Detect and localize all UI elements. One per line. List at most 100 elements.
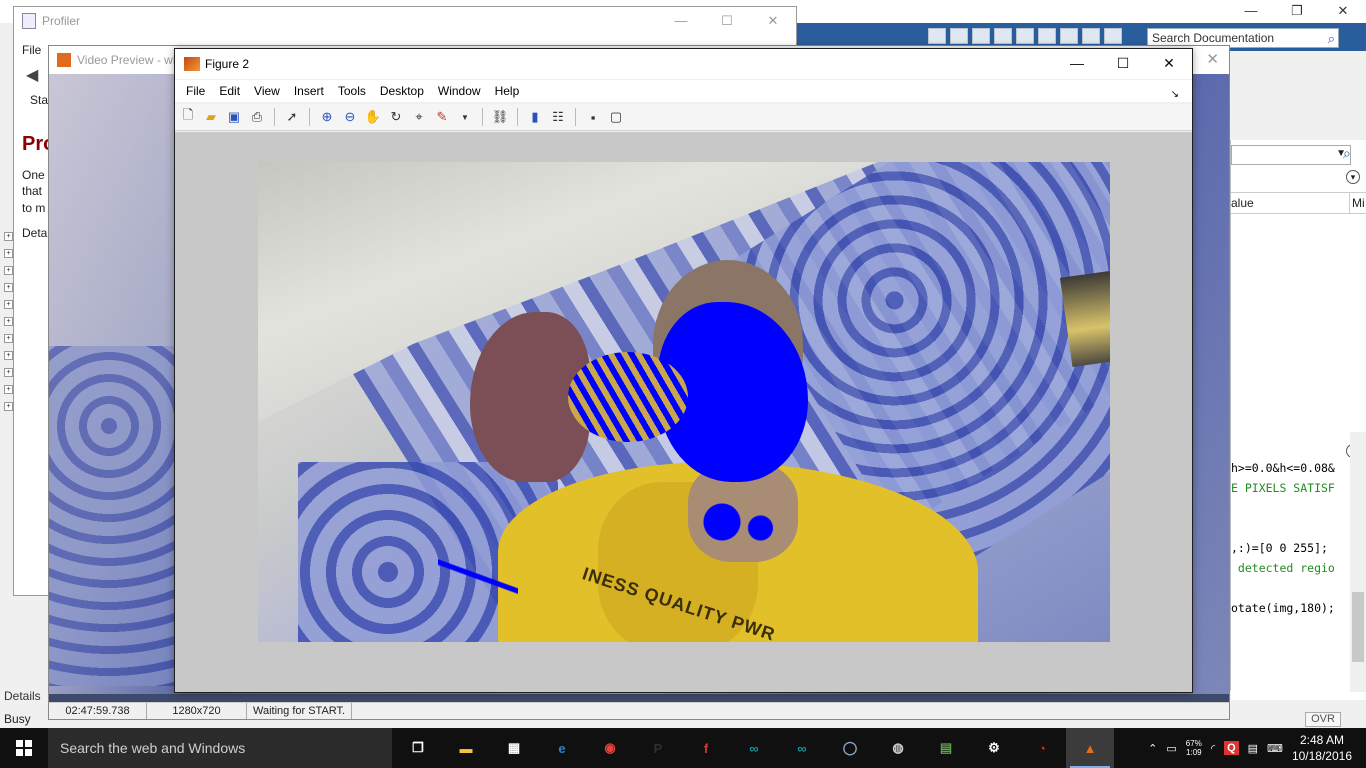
expand-icon[interactable]: + bbox=[4, 351, 13, 360]
copy-icon[interactable] bbox=[994, 28, 1012, 44]
menu-window[interactable]: Window bbox=[431, 80, 488, 102]
data-cursor-icon[interactable]: ⌖ bbox=[410, 108, 428, 126]
expand-icon[interactable]: + bbox=[4, 249, 13, 258]
scrollbar-thumb[interactable] bbox=[1352, 592, 1364, 662]
expand-icon[interactable]: + bbox=[4, 334, 13, 343]
code-line[interactable] bbox=[1231, 518, 1351, 538]
wifi-icon[interactable]: ◜ bbox=[1211, 742, 1215, 755]
start-button[interactable] bbox=[0, 728, 48, 768]
save-icon[interactable] bbox=[950, 28, 968, 44]
webcam-image[interactable]: INESS QUALITY PWR bbox=[258, 162, 1110, 642]
expand-icon[interactable]: + bbox=[4, 283, 13, 292]
rotate-3d-icon[interactable]: ↻ bbox=[387, 108, 405, 126]
taskbar-app-p-app[interactable]: P bbox=[634, 728, 682, 768]
code-line[interactable]: h>=0.0&h<=0.08& bbox=[1231, 458, 1351, 478]
search-icon[interactable]: ⌕ bbox=[1328, 30, 1335, 48]
expand-icon[interactable]: + bbox=[4, 232, 13, 241]
action-center-icon[interactable]: ▤ bbox=[1248, 742, 1258, 755]
value-column-header[interactable]: alue bbox=[1231, 193, 1254, 213]
paste-icon[interactable] bbox=[1016, 28, 1034, 44]
save-icon[interactable]: ▣ bbox=[225, 108, 243, 126]
expand-icon[interactable]: + bbox=[4, 368, 13, 377]
expand-icon[interactable]: + bbox=[4, 402, 13, 411]
taskbar-app-camera-app[interactable]: ◍ bbox=[874, 728, 922, 768]
print-icon[interactable]: ⎙ bbox=[248, 108, 266, 126]
expand-icon[interactable]: + bbox=[4, 385, 13, 394]
switch-windows-icon[interactable] bbox=[1082, 28, 1100, 44]
menu-desktop[interactable]: Desktop bbox=[373, 80, 431, 102]
menu-help[interactable]: Help bbox=[488, 80, 527, 102]
taskbar-app-ring-app[interactable]: ◯ bbox=[826, 728, 874, 768]
figure-maximize-button[interactable]: ☐ bbox=[1100, 49, 1146, 77]
q-app-icon[interactable]: Q bbox=[1224, 741, 1239, 755]
taskbar-app-chrome[interactable]: ◉ bbox=[586, 728, 634, 768]
system-clock[interactable]: 2:48 AM 10/18/2016 bbox=[1292, 732, 1352, 764]
dock-arrow-icon[interactable]: ↘ bbox=[1164, 84, 1186, 106]
code-line[interactable]: ,:)=[0 0 255]; bbox=[1231, 538, 1351, 558]
workspace-search-icon[interactable]: ⌕ bbox=[1343, 145, 1351, 162]
menu-edit[interactable]: Edit bbox=[212, 80, 247, 102]
figure-minimize-button[interactable]: — bbox=[1054, 49, 1100, 77]
code-line[interactable] bbox=[1231, 498, 1351, 518]
expand-icon[interactable]: + bbox=[4, 317, 13, 326]
code-line[interactable]: E PIXELS SATISF bbox=[1231, 478, 1351, 498]
taskbar-app-chart-app[interactable]: ▤ bbox=[922, 728, 970, 768]
profiler-maximize-button[interactable]: ☐ bbox=[704, 7, 750, 35]
tray-app-icon[interactable]: ▭ bbox=[1166, 742, 1176, 755]
link-plot-icon[interactable]: ⛓ bbox=[491, 108, 509, 126]
taskbar-app-arduino-2[interactable]: ∞ bbox=[778, 728, 826, 768]
taskbar-app-task-view[interactable]: ❐ bbox=[394, 728, 442, 768]
pan-hand-icon[interactable]: ✋ bbox=[364, 108, 382, 126]
colorbar-icon[interactable]: ▮ bbox=[526, 108, 544, 126]
profiler-close-button[interactable]: ✕ bbox=[750, 7, 796, 35]
video-preview-close-button[interactable]: ✕ bbox=[1206, 50, 1219, 68]
edit-plot-pointer-icon[interactable]: ➚ bbox=[283, 108, 301, 126]
workspace-selector[interactable]: ▼ bbox=[1231, 145, 1351, 165]
taskbar-app-store[interactable]: ▦ bbox=[490, 728, 538, 768]
min-column-header[interactable]: Mi bbox=[1349, 193, 1365, 213]
editor-scrollbar[interactable] bbox=[1350, 432, 1366, 692]
battery-indicator[interactable]: 67% 1:09 bbox=[1186, 739, 1202, 757]
menu-tools[interactable]: Tools bbox=[331, 80, 373, 102]
profiler-menu-file[interactable]: File bbox=[22, 43, 41, 57]
expand-icon[interactable]: + bbox=[4, 266, 13, 275]
back-arrow-icon[interactable]: ◀ bbox=[26, 65, 38, 85]
profiler-minimize-button[interactable]: — bbox=[658, 7, 704, 35]
code-line[interactable]: otate(img,180); bbox=[1231, 598, 1351, 618]
details-tab[interactable]: Details bbox=[4, 689, 41, 703]
taskbar-app-edge[interactable]: e bbox=[538, 728, 586, 768]
taskbar-app-gauge-app[interactable]: ◔ bbox=[1018, 728, 1066, 768]
chevron-up-icon[interactable]: ⌃ bbox=[1148, 742, 1157, 755]
taskbar-app-file-explorer[interactable]: ▬ bbox=[442, 728, 490, 768]
brush-icon[interactable]: ✎ bbox=[433, 108, 451, 126]
taskbar-app-fritzing[interactable]: f bbox=[682, 728, 730, 768]
zoom-in-icon[interactable]: ⊕ bbox=[318, 108, 336, 126]
panel-actions-icon[interactable]: ▾ bbox=[1346, 170, 1360, 184]
expand-icon[interactable]: + bbox=[4, 300, 13, 309]
matlab-close-button[interactable]: ✕ bbox=[1320, 0, 1366, 23]
cut-icon[interactable] bbox=[972, 28, 990, 44]
keyboard-icon[interactable]: ⌨ bbox=[1267, 742, 1283, 755]
show-plot-tools-icon[interactable]: ▢ bbox=[607, 108, 625, 126]
menu-insert[interactable]: Insert bbox=[287, 80, 331, 102]
new-figure-icon[interactable]: 🗋 bbox=[179, 107, 197, 126]
brush-dropdown-icon[interactable]: ▼ bbox=[456, 108, 474, 126]
editor-code[interactable]: h>=0.0&h<=0.08& E PIXELS SATISF ,:)=[0 0 … bbox=[1231, 458, 1351, 618]
help-icon[interactable] bbox=[1104, 28, 1122, 44]
matlab-minimize-button[interactable]: — bbox=[1228, 0, 1274, 23]
menu-file[interactable]: File bbox=[179, 80, 212, 102]
layout-icon[interactable] bbox=[928, 28, 946, 44]
redo-icon[interactable] bbox=[1060, 28, 1078, 44]
figure-close-button[interactable]: ✕ bbox=[1146, 49, 1192, 77]
taskbar-search-box[interactable]: Search the web and Windows bbox=[48, 728, 392, 768]
matlab-restore-button[interactable]: ❐ bbox=[1274, 0, 1320, 23]
taskbar-app-settings[interactable]: ⚙ bbox=[970, 728, 1018, 768]
taskbar-app-matlab[interactable]: ▲ bbox=[1066, 728, 1114, 768]
hide-plot-tools-icon[interactable]: ▪ bbox=[584, 108, 602, 126]
legend-icon[interactable]: ☷ bbox=[549, 108, 567, 126]
open-file-icon[interactable]: ▰ bbox=[202, 108, 220, 126]
code-line[interactable]: detected regio bbox=[1231, 558, 1351, 578]
taskbar-app-arduino-1[interactable]: ∞ bbox=[730, 728, 778, 768]
zoom-out-icon[interactable]: ⊖ bbox=[341, 108, 359, 126]
undo-icon[interactable] bbox=[1038, 28, 1056, 44]
